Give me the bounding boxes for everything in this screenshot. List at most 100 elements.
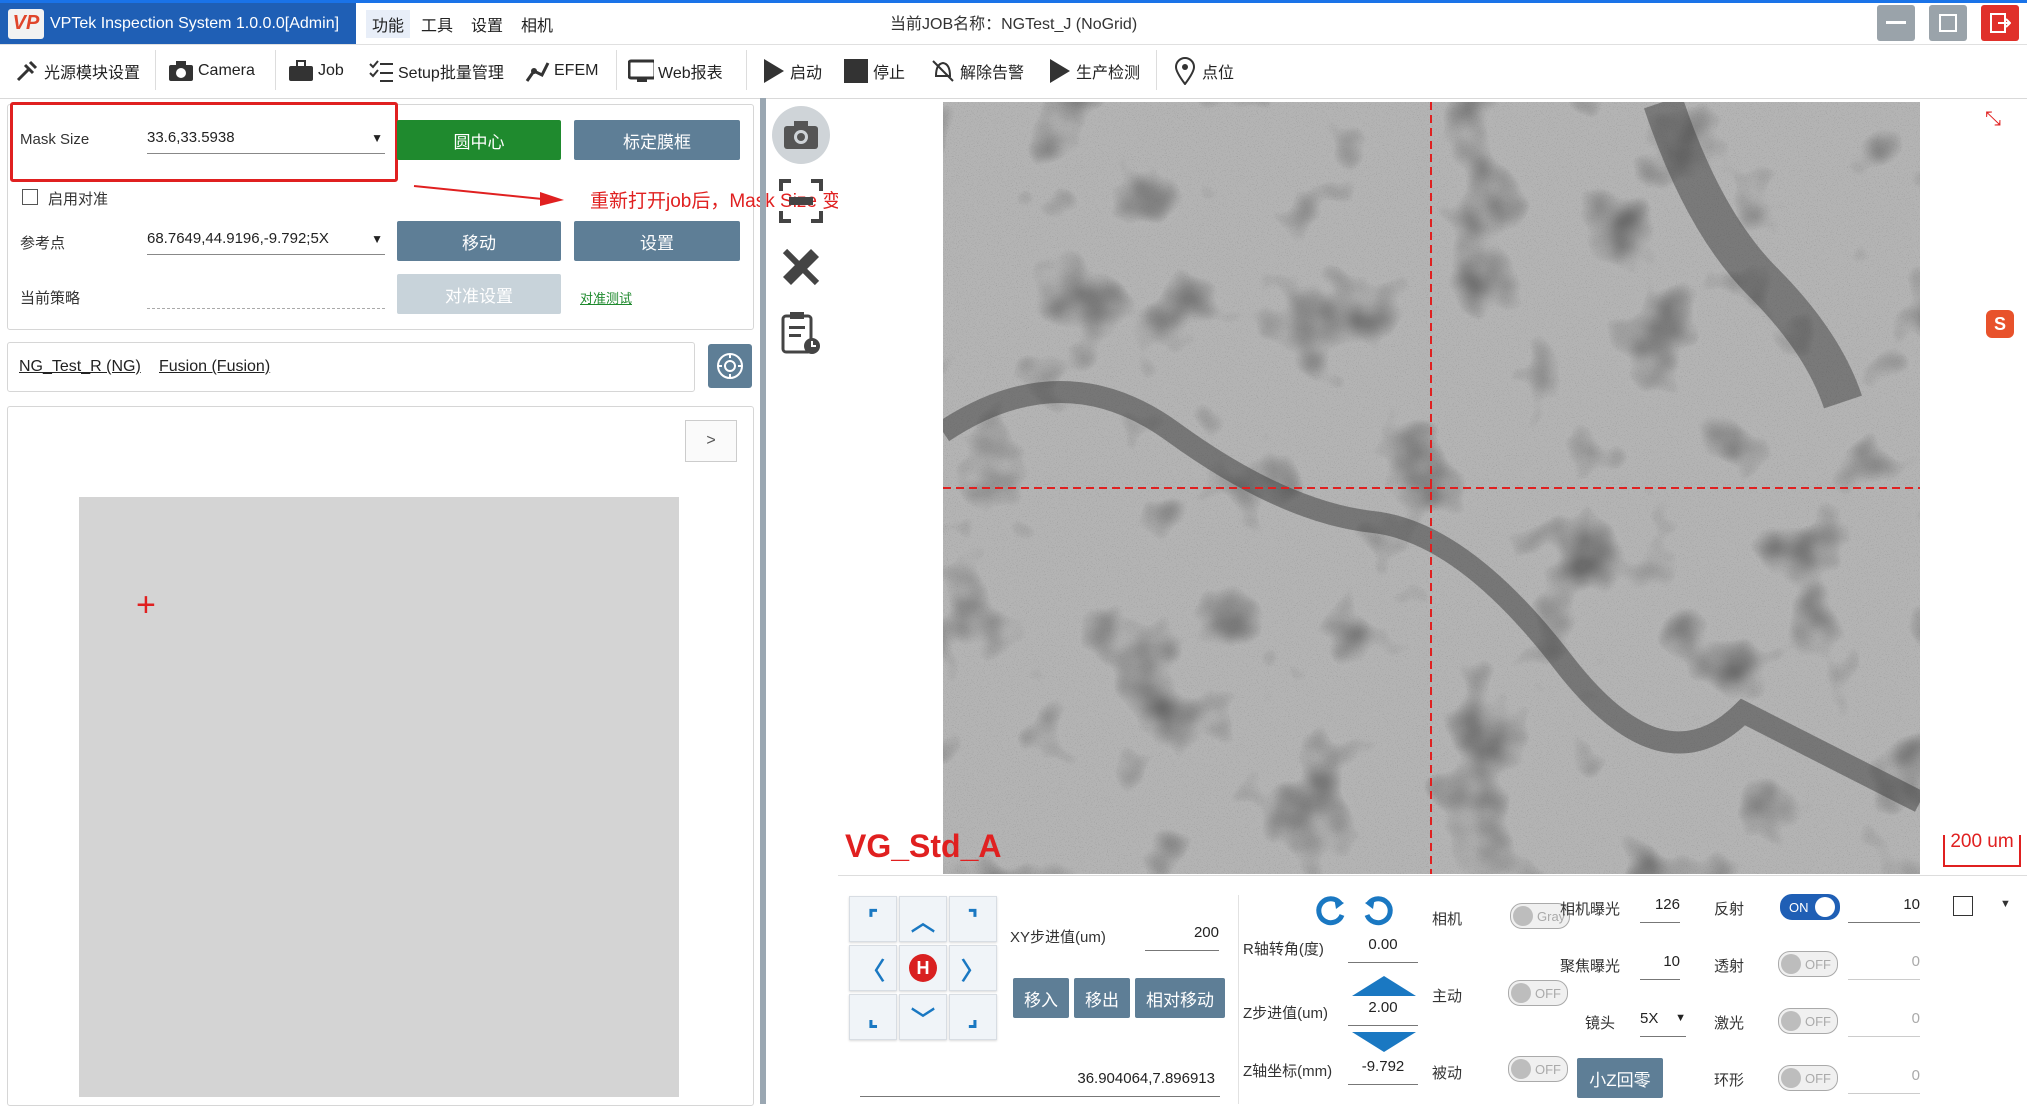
lens-value: 5X	[1640, 1010, 1659, 1027]
panel-splitter[interactable]	[760, 98, 766, 1104]
laser-input[interactable]: 0	[1848, 1010, 1920, 1037]
reflect-input[interactable]: 10	[1848, 896, 1920, 923]
enable-align-checkbox[interactable]	[22, 189, 38, 205]
efem-button[interactable]: EFEM	[524, 56, 598, 86]
lens-dropdown[interactable]: 5X ▼	[1640, 1010, 1686, 1037]
settings-cycle-icon	[717, 353, 743, 379]
passive-mode-off: OFF	[1535, 1061, 1561, 1077]
ruler-pencil-icon	[782, 248, 820, 286]
toggle-knob	[1511, 983, 1531, 1003]
rotate-cw-icon	[1364, 896, 1393, 926]
z-coord-input[interactable]: -9.792	[1348, 1058, 1418, 1085]
set-button[interactable]: 设置	[574, 221, 740, 261]
xy-step-input[interactable]: 200	[1145, 924, 1219, 951]
menu-settings[interactable]: 设置	[471, 12, 503, 36]
production-inspect-label: 生产检测	[1076, 65, 1141, 82]
jog-down-right-button[interactable]: ⌟	[949, 994, 997, 1040]
web-report-button[interactable]: Web报表	[628, 56, 723, 86]
recipe-settings-button[interactable]	[708, 344, 752, 388]
menu-tools[interactable]: 工具	[421, 12, 453, 36]
passive-mode-label: 被动	[1432, 1065, 1463, 1082]
home-button[interactable]: H	[899, 945, 947, 991]
maximize-button[interactable]	[1929, 5, 1967, 41]
calibrate-frame-button[interactable]: 标定膜框	[574, 120, 740, 160]
rotate-cw-button[interactable]	[1361, 893, 1397, 934]
minimize-button[interactable]	[1877, 5, 1915, 41]
home-label: H	[909, 954, 937, 982]
preview-canvas[interactable]	[79, 497, 679, 1097]
enable-align-label: 启用对准	[48, 191, 109, 208]
jog-down-left-button[interactable]: ⌞	[849, 994, 897, 1040]
ring-input[interactable]: 0	[1848, 1067, 1920, 1094]
recipe-link-fusion[interactable]: Fusion (Fusion)	[159, 358, 270, 376]
relative-move-button[interactable]: 相对移动	[1135, 978, 1225, 1018]
toolbar-divider	[155, 50, 156, 90]
chevron-down-icon[interactable]: ▼	[2000, 898, 2011, 910]
light-module-settings-button[interactable]: 光源模块设置	[14, 56, 140, 86]
input-method-icon[interactable]: S	[1986, 310, 2014, 338]
exit-button[interactable]	[1981, 5, 2019, 41]
report-clipboard-button[interactable]	[772, 304, 830, 362]
crosshair-overlay	[943, 102, 1920, 874]
setup-batch-button[interactable]: Setup批量管理	[368, 56, 504, 86]
jog-up-right-button[interactable]: ⌝	[949, 896, 997, 942]
expand-button[interactable]: >	[685, 420, 737, 462]
scan-frame-button[interactable]	[772, 172, 830, 230]
chevron-down-icon: ﹀	[911, 1006, 935, 1034]
preview-marker: +	[136, 586, 156, 624]
bell-off-icon	[930, 58, 956, 84]
menu-function[interactable]: 功能	[366, 10, 411, 38]
align-test-link[interactable]: 对准测试	[580, 288, 632, 307]
mask-size-dropdown[interactable]: 33.6,33.5938 ▼	[147, 129, 385, 154]
ring-off: OFF	[1805, 1070, 1831, 1086]
capture-button[interactable]	[772, 106, 830, 164]
align-settings-button[interactable]: 对准设置	[397, 274, 561, 314]
focus-exposure-input[interactable]: 10	[1640, 953, 1680, 980]
collapse-arrows-icon[interactable]: ⤡	[1985, 108, 2001, 131]
reflect-toggle[interactable]: ON	[1780, 894, 1840, 920]
laser-toggle[interactable]: OFF	[1778, 1008, 1838, 1034]
r-axis-input[interactable]: 0.00	[1348, 936, 1418, 963]
circle-center-button[interactable]: 圆中心	[397, 120, 561, 160]
laser-label: 激光	[1714, 1015, 1745, 1032]
camera-button[interactable]: Camera	[168, 56, 255, 86]
z-up-button[interactable]	[1352, 976, 1416, 996]
rotate-ccw-button[interactable]	[1312, 893, 1348, 934]
strategy-field	[147, 308, 385, 309]
start-button[interactable]: 启动	[760, 56, 822, 86]
maximize-icon	[1939, 14, 1957, 32]
points-button[interactable]: 点位	[1172, 56, 1234, 86]
chevron-down-icon: ▼	[371, 232, 383, 246]
main-mode-toggle[interactable]: OFF	[1508, 980, 1568, 1006]
briefcase-icon	[288, 58, 314, 84]
small-z-home-button[interactable]: 小Z回零	[1577, 1058, 1663, 1098]
ring-toggle[interactable]: OFF	[1778, 1065, 1838, 1091]
move-in-button[interactable]: 移入	[1013, 978, 1069, 1018]
menu-camera[interactable]: 相机	[521, 12, 553, 36]
exposure-label: 相机曝光	[1560, 901, 1621, 918]
passive-mode-toggle[interactable]: OFF	[1508, 1056, 1568, 1082]
move-out-button[interactable]: 移出	[1074, 978, 1130, 1018]
recipe-link-ng[interactable]: NG_Test_R (NG)	[19, 358, 141, 376]
z-down-button[interactable]	[1352, 1032, 1416, 1052]
stop-label: 停止	[873, 65, 906, 82]
production-inspect-button[interactable]: 生产检测	[1046, 56, 1140, 86]
exposure-input[interactable]: 126	[1640, 896, 1680, 923]
camera-label: Camera	[198, 62, 255, 79]
jog-right-button[interactable]: 〉	[949, 945, 997, 991]
ref-point-dropdown[interactable]: 68.7649,44.9196,-9.792;5X ▼	[147, 230, 385, 255]
jog-up-button[interactable]: ︿	[899, 896, 947, 942]
jog-left-button[interactable]: 〈	[849, 945, 897, 991]
monitor-icon	[628, 58, 654, 84]
reflect-checkbox[interactable]	[1953, 896, 1973, 916]
transmit-toggle[interactable]: OFF	[1778, 951, 1838, 977]
clear-alarm-button[interactable]: 解除告警	[930, 56, 1024, 86]
jog-up-left-button[interactable]: ⌜	[849, 896, 897, 942]
move-button[interactable]: 移动	[397, 221, 561, 261]
measure-tool-button[interactable]	[772, 238, 830, 296]
z-step-input[interactable]: 2.00	[1348, 999, 1418, 1026]
job-button[interactable]: Job	[288, 56, 344, 86]
transmit-input[interactable]: 0	[1848, 953, 1920, 980]
stop-button[interactable]: 停止	[843, 56, 905, 86]
jog-down-button[interactable]: ﹀	[899, 994, 947, 1040]
